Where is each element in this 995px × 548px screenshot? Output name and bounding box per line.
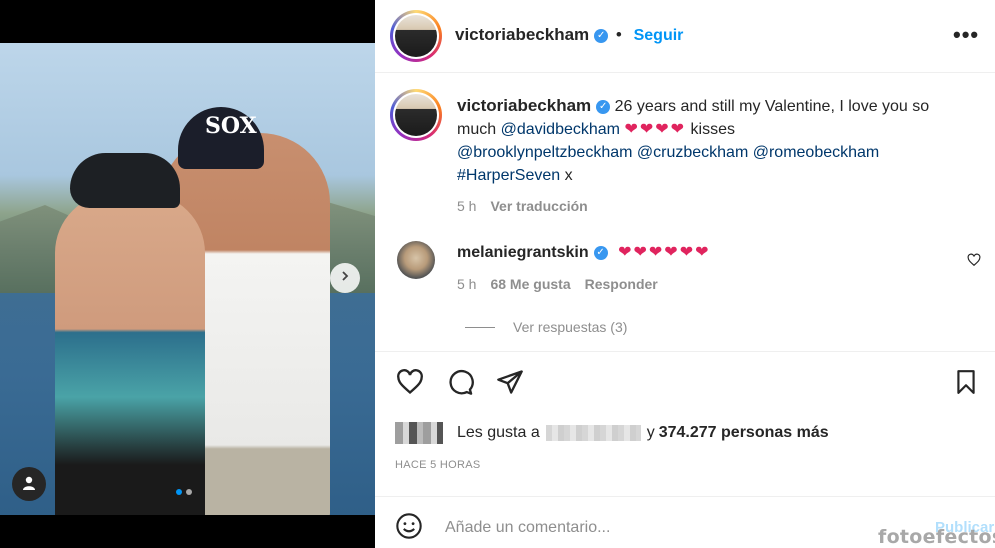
- photo-person-woman: [55, 193, 205, 515]
- view-replies-button[interactable]: Ver respuestas (3): [465, 319, 627, 335]
- save-button[interactable]: [951, 367, 981, 397]
- caption-time[interactable]: 5 h: [457, 198, 476, 214]
- liker-name-blurred[interactable]: [545, 425, 641, 441]
- likes-summary: Les gusta a y 374.277 personas más: [395, 422, 829, 444]
- post-photo[interactable]: SOX: [0, 43, 375, 515]
- comment-button[interactable]: [445, 367, 475, 397]
- like-button[interactable]: [395, 367, 425, 397]
- commenter-avatar[interactable]: [397, 241, 435, 279]
- likes-suffix: y: [646, 424, 655, 441]
- user-tag-icon: [21, 475, 37, 494]
- heart-emojis: ❤❤❤❤: [624, 121, 687, 138]
- author-avatar[interactable]: [390, 10, 442, 62]
- divider: [375, 351, 995, 352]
- heart-icon: [397, 369, 423, 395]
- more-icon[interactable]: •••: [953, 22, 979, 48]
- heart-icon: [967, 253, 981, 267]
- comment-likes[interactable]: 68 Me gusta: [490, 276, 570, 292]
- comment-icon: [449, 369, 474, 395]
- bookmark-icon: [957, 370, 975, 394]
- likes-count[interactable]: 374.277 personas más: [659, 424, 829, 442]
- commenter-username[interactable]: melaniegrantskin: [457, 244, 589, 261]
- hashtag-link[interactable]: #HarperSeven: [457, 167, 560, 184]
- post-header: victoriabeckham ✓ • Seguir •••: [375, 0, 995, 73]
- comment-like-button[interactable]: [967, 253, 981, 270]
- likers-avatars[interactable]: [395, 422, 443, 444]
- caption-username[interactable]: victoriabeckham: [457, 96, 591, 115]
- comment-input[interactable]: [443, 518, 867, 538]
- emoji-icon[interactable]: [395, 512, 423, 545]
- likes-prefix: Les gusta a: [457, 424, 540, 441]
- header-username[interactable]: victoriabeckham: [455, 25, 589, 44]
- post-details: victoriabeckham ✓ • Seguir ••• victoriabe…: [375, 0, 995, 548]
- photo-cap-logo: SOX: [205, 113, 257, 139]
- share-icon: [497, 370, 523, 394]
- comment-time[interactable]: 5 h: [457, 276, 476, 292]
- comment: melaniegrantskin ✓ ❤❤❤❤❤❤: [457, 242, 711, 262]
- verified-icon: ✓: [596, 99, 611, 114]
- view-replies-label: Ver respuestas (3): [513, 319, 628, 335]
- post-time[interactable]: HACE 5 HORAS: [395, 459, 481, 471]
- follow-button[interactable]: Seguir: [634, 27, 684, 44]
- post-media: SOX: [0, 0, 375, 548]
- carousel-dot-active: [176, 489, 182, 495]
- post-caption: victoriabeckham ✓ 26 years and still my V…: [457, 94, 967, 218]
- carousel-indicator: [176, 489, 192, 495]
- share-button[interactable]: [495, 367, 525, 397]
- divider: [375, 496, 995, 497]
- caption-text: kisses: [690, 121, 735, 138]
- watermark: fotoefectos: [878, 526, 995, 548]
- chevron-right-icon: [339, 269, 351, 287]
- user-tags-button[interactable]: [12, 467, 46, 501]
- reply-button[interactable]: Responder: [585, 276, 658, 292]
- translate-button[interactable]: Ver traducción: [490, 198, 587, 214]
- comment-hearts: ❤❤❤❤❤❤: [618, 244, 711, 261]
- comment-meta: 5 h 68 Me gusta Responder: [457, 276, 658, 292]
- replies-line: [465, 326, 495, 328]
- verified-icon: ✓: [594, 28, 609, 43]
- mention-link[interactable]: @romeobeckham: [753, 144, 880, 161]
- header-user: victoriabeckham ✓ • Seguir: [455, 25, 684, 44]
- caption-meta: 5 h Ver traducción: [457, 195, 967, 218]
- caption-author-avatar[interactable]: [390, 89, 442, 141]
- mention-link[interactable]: @cruzbeckham: [637, 144, 748, 161]
- verified-icon: ✓: [593, 245, 608, 260]
- caption-text: x: [564, 167, 573, 184]
- carousel-dot: [186, 489, 192, 495]
- mention-link[interactable]: @brooklynpeltzbeckham: [457, 144, 632, 161]
- carousel-next-button[interactable]: [330, 263, 360, 293]
- mention-link[interactable]: @davidbeckham: [501, 121, 620, 138]
- photo-cap-woman: [70, 153, 180, 208]
